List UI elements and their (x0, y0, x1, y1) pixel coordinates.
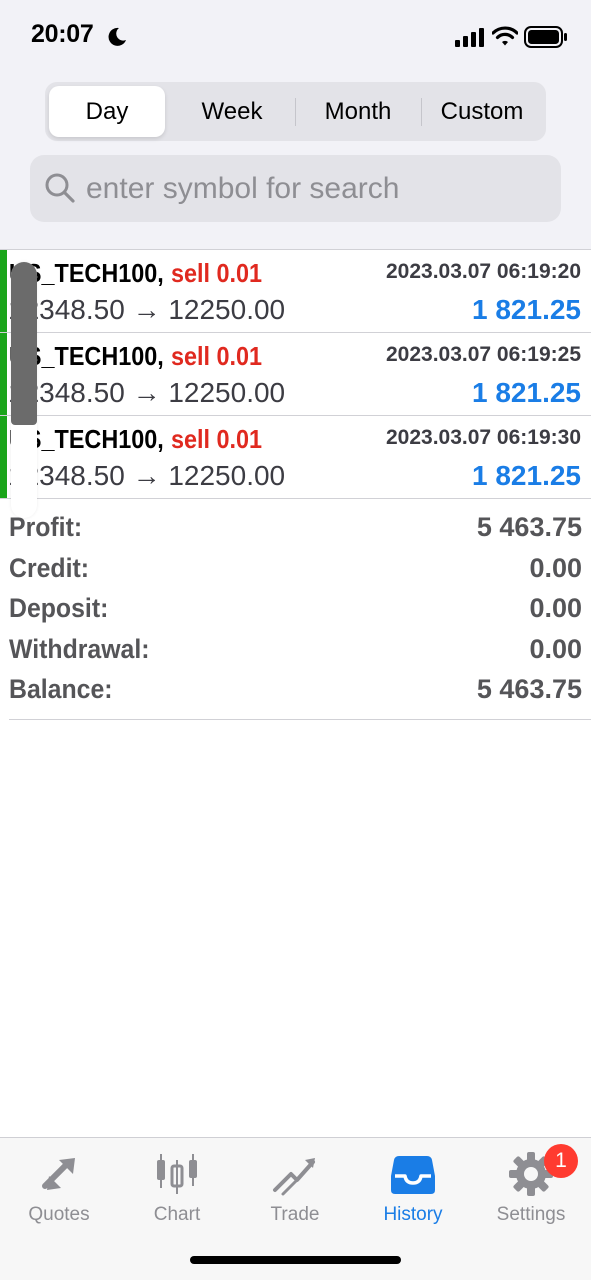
tabbar-label: Quotes (28, 1204, 90, 1225)
tabbar-item-quotes[interactable]: Quotes (0, 1138, 118, 1238)
deal-direction-bar (0, 333, 7, 415)
tabbar-item-chart[interactable]: Chart (118, 1138, 236, 1238)
status-time: 20:07 (31, 20, 94, 48)
deal-profit: 1 821.25 (472, 460, 581, 491)
deal-profit: 1 821.25 (472, 294, 581, 325)
deal-type: sell 0.01 (171, 258, 263, 288)
summary-deposit: Deposit: 0.00 (9, 593, 582, 633)
summary-profit: Profit: 5 463.75 (9, 512, 582, 552)
history-icon (391, 1156, 435, 1194)
tabbar-label: History (383, 1204, 443, 1225)
deal-time: 2023.03.07 06:19:20 (386, 260, 581, 283)
summary-balance: Balance: 5 463.75 (9, 674, 582, 714)
chart-icon (157, 1154, 197, 1194)
summary-label: Credit: (9, 553, 90, 583)
tabbar-item-history[interactable]: History (354, 1138, 472, 1238)
summary-label: Deposit: (9, 593, 109, 623)
summary-value: 0.00 (529, 553, 582, 583)
tabbar-item-trade[interactable]: Trade (236, 1138, 354, 1238)
deal-direction-bar (0, 416, 7, 498)
deal-time: 2023.03.07 06:19:30 (386, 426, 581, 449)
quotes-icon (42, 1158, 75, 1190)
tab-custom[interactable]: Custom (422, 86, 542, 137)
summary-label: Balance: (9, 674, 113, 704)
summary-label: Withdrawal: (9, 634, 150, 664)
tab-week[interactable]: Week (170, 86, 294, 137)
summary-value: 5 463.75 (476, 674, 582, 704)
period-segmented-control: Day Week Month Custom (45, 82, 546, 141)
moon-icon (108, 27, 126, 46)
deal-prices: 12348.50 → 12250.00 (8, 377, 286, 408)
summary-withdrawal: Withdrawal: 0.00 (9, 634, 582, 674)
summary-label: Profit: (9, 512, 83, 542)
search-input[interactable] (86, 165, 546, 212)
summary-credit: Credit: 0.00 (9, 553, 582, 593)
deal-prices: 12348.50 → 12250.00 (8, 294, 286, 325)
tabbar-label: Settings (496, 1204, 566, 1225)
summary-value: 0.00 (529, 593, 582, 623)
summary-divider (9, 719, 591, 720)
home-indicator[interactable] (190, 1256, 401, 1264)
deal-row[interactable]: US_TECH100, sell 0.01 2023.03.07 06:19:2… (0, 333, 591, 416)
deal-direction-bar (0, 250, 7, 332)
summary-value: 5 463.75 (476, 512, 582, 542)
deal-row[interactable]: US_TECH100, sell 0.01 2023.03.07 06:19:2… (0, 250, 591, 333)
deal-time: 2023.03.07 06:19:25 (386, 343, 581, 366)
deal-profit: 1 821.25 (472, 377, 581, 408)
deal-type: sell 0.01 (171, 424, 263, 454)
trade-icon (273, 1158, 315, 1196)
summary-value: 0.00 (529, 634, 582, 664)
settings-notification-badge: 1 (544, 1144, 578, 1178)
battery-icon (524, 26, 567, 48)
scroll-thumb[interactable] (11, 262, 37, 425)
scroll-indicator[interactable] (11, 262, 37, 518)
signal-icon (455, 28, 484, 47)
search-bar[interactable] (30, 155, 561, 222)
search-icon (45, 173, 75, 203)
tabbar-label: Chart (153, 1204, 201, 1225)
deal-row[interactable]: US_TECH100, sell 0.01 2023.03.07 06:19:3… (0, 416, 591, 499)
wifi-icon (492, 26, 518, 46)
tab-month[interactable]: Month (296, 86, 420, 137)
deal-type: sell 0.01 (171, 341, 263, 371)
deal-prices: 12348.50 → 12250.00 (8, 460, 286, 491)
tab-day[interactable]: Day (49, 86, 165, 137)
tabbar-label: Trade (270, 1204, 320, 1225)
